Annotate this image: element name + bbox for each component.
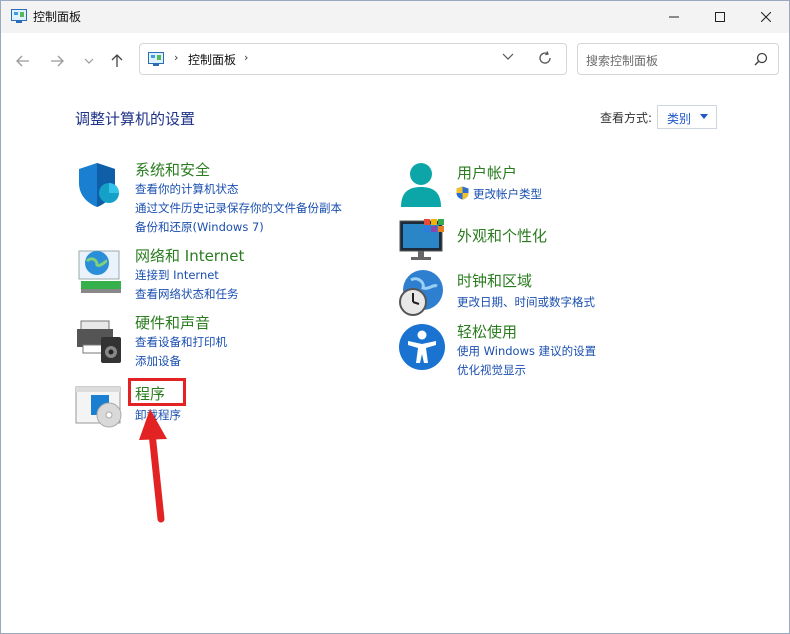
link-devices-printers[interactable]: 查看设备和打印机	[135, 334, 227, 350]
up-arrow-icon	[111, 54, 123, 67]
view-by-value: 类别	[667, 112, 692, 126]
caret-down-icon	[700, 114, 708, 119]
minimize-icon	[669, 16, 679, 18]
forward-button[interactable]	[47, 51, 67, 71]
category-title-system-security[interactable]: 系统和安全	[135, 159, 210, 180]
uac-shield-icon	[456, 186, 469, 200]
view-by-label: 查看方式:	[600, 111, 653, 125]
close-button[interactable]	[743, 1, 789, 33]
breadcrumb-chevron-icon[interactable]: ›	[244, 51, 248, 64]
category-title-user-accounts[interactable]: 用户帐户	[457, 162, 517, 183]
maximize-icon	[715, 12, 725, 22]
control-panel-icon	[11, 9, 27, 23]
appearance-monitor-icon[interactable]	[398, 217, 448, 261]
back-button[interactable]	[13, 51, 33, 71]
category-title-ease-of-access[interactable]: 轻松使用	[457, 321, 517, 342]
category-title-clock-region[interactable]: 时钟和区域	[457, 270, 532, 291]
window-title: 控制面板	[33, 10, 82, 24]
refresh-icon[interactable]	[538, 51, 552, 65]
link-windows-recommended-settings[interactable]: 使用 Windows 建议的设置	[457, 343, 596, 359]
link-optimize-visual-display[interactable]: 优化视觉显示	[457, 362, 526, 378]
category-title-network-internet[interactable]: 网络和 Internet	[135, 245, 244, 266]
link-file-history-backup[interactable]: 通过文件历史记录保存你的文件备份副本	[135, 200, 342, 216]
control-panel-window: 控制面板 › 控制面板 › 搜索控制面板 调整计算机的设置 查看方式: 类别 系…	[0, 0, 790, 634]
programs-icon[interactable]	[75, 385, 127, 431]
chevron-down-icon	[84, 58, 94, 64]
title-bar: 控制面板	[1, 1, 789, 33]
search-input[interactable]: 搜索控制面板	[577, 43, 779, 75]
control-panel-icon	[148, 52, 164, 66]
maximize-button[interactable]	[697, 1, 743, 33]
breadcrumb-chevron-icon[interactable]: ›	[174, 51, 178, 64]
printer-speaker-icon[interactable]	[75, 319, 127, 365]
link-connect-internet[interactable]: 连接到 Internet	[135, 267, 219, 283]
user-account-icon[interactable]	[398, 161, 444, 209]
clock-globe-icon[interactable]	[397, 268, 447, 318]
accessibility-icon[interactable]	[398, 323, 446, 371]
link-change-date-time-format[interactable]: 更改日期、时间或数字格式	[457, 294, 595, 310]
link-network-status[interactable]: 查看网络状态和任务	[135, 286, 239, 302]
chevron-down-icon[interactable]	[502, 53, 514, 61]
highlight-box	[128, 378, 186, 406]
address-bar[interactable]: › 控制面板 ›	[139, 43, 567, 75]
forward-arrow-icon	[51, 55, 64, 67]
red-arrow-annotation	[139, 409, 167, 523]
breadcrumb[interactable]: 控制面板	[188, 51, 236, 68]
link-change-account-type[interactable]: 更改帐户类型	[473, 186, 542, 202]
link-backup-restore[interactable]: 备份和还原(Windows 7)	[135, 219, 264, 235]
page-title: 调整计算机的设置	[75, 110, 196, 128]
recent-locations-button[interactable]	[79, 51, 99, 71]
search-placeholder: 搜索控制面板	[586, 54, 659, 68]
close-icon	[761, 12, 771, 22]
category-title-appearance[interactable]: 外观和个性化	[457, 225, 547, 246]
minimize-button[interactable]	[651, 1, 697, 33]
category-title-hardware-sound[interactable]: 硬件和声音	[135, 312, 210, 333]
shield-icon[interactable]	[75, 161, 125, 209]
link-add-device[interactable]: 添加设备	[135, 353, 181, 369]
view-by-dropdown[interactable]: 类别	[657, 105, 717, 129]
search-icon[interactable]	[754, 52, 768, 66]
network-globe-icon[interactable]	[75, 247, 125, 295]
back-arrow-icon	[16, 55, 29, 67]
up-button[interactable]	[107, 51, 127, 71]
link-view-computer-status[interactable]: 查看你的计算机状态	[135, 181, 239, 197]
